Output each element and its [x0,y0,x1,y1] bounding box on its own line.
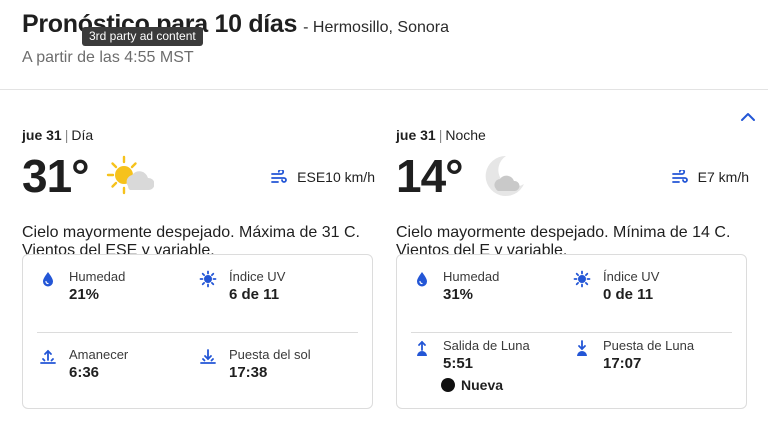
separator: | [64,127,69,143]
uv-value: 0 de 11 [603,286,654,303]
uv-sun-icon [573,270,591,288]
sunrise-label: Amanecer [69,347,129,362]
moon-phase: Nueva [441,377,503,393]
night-period: Noche [445,127,486,143]
header-divider [0,89,768,90]
sunrise-icon [40,349,56,364]
night-moonrise: Salida de Luna 5:51 [413,333,530,374]
wind-icon [271,170,288,183]
day-wind: ESE10 km/h [271,169,375,185]
day-humidity: Humedad 21% [39,269,125,305]
uv-value: 6 de 11 [229,286,280,303]
day-sunrise: Amanecer 6:36 [39,347,128,383]
night-forecast-panel: jue 31 | Noche 14° E7 km/h Cielo mayorment… [396,127,749,409]
night-period-label: jue 31 | Noche [396,127,749,143]
night-wind-value: E7 km/h [697,169,749,185]
sunset-icon [200,349,216,364]
wind-icon [671,170,688,183]
night-moonset: Puesta de Luna 17:07 [573,333,694,374]
uv-sun-icon [199,270,217,288]
location-name: - Hermosillo, Sonora [303,19,449,36]
humidity-drop-icon [43,272,53,287]
cloudy-moon-icon [485,155,524,196]
moonset-label: Puesta de Luna [603,338,695,353]
night-date: jue 31 [396,127,436,143]
moonset-icon [577,340,587,356]
moonrise-value: 5:51 [443,355,474,372]
moonset-value: 17:07 [603,355,642,372]
day-period: Día [71,127,94,143]
humidity-label: Humedad [443,269,500,284]
partly-sunny-icon [106,155,154,195]
day-sunset: Puesta del sol 17:38 [199,347,311,383]
humidity-drop-icon [417,272,427,287]
night-humidity: Humedad 31% [413,269,499,305]
moonrise-icon [417,340,427,356]
day-forecast-panel: jue 31 | Día 31° ESE10 km/h Cielo mayorm… [22,127,375,409]
night-wind: E7 km/h [671,169,749,185]
day-details-card: Humedad 21% Índice UV 6 de 11 Amanecer 6… [22,254,373,409]
night-details-card: Humedad 31% Índice UV 0 de 11 Salida de … [396,254,747,409]
humidity-value: 31% [443,286,474,303]
sunset-label: Puesta del sol [229,347,311,362]
collapse-button[interactable] [738,108,758,126]
sunrise-value: 6:36 [69,364,100,381]
new-moon-icon [441,378,455,392]
day-temperature: 31° [22,150,90,202]
updated-time: A partir de las 4:55 MST [22,49,194,66]
humidity-label: Humedad [69,269,126,284]
sunset-value: 17:38 [229,364,268,381]
humidity-value: 21% [69,286,100,303]
day-uv-index: Índice UV 6 de 11 [199,269,285,305]
day-date: jue 31 [22,127,62,143]
card-divider [37,332,358,333]
ad-tooltip: 3rd party ad content [82,27,203,46]
day-period-label: jue 31 | Día [22,127,375,143]
uv-label: Índice UV [603,269,660,284]
night-temperature: 14° [396,150,464,202]
moon-phase-label: Nueva [461,377,504,393]
moonrise-label: Salida de Luna [443,338,530,353]
separator: | [438,127,443,143]
chevron-up-icon [741,113,755,121]
uv-label: Índice UV [229,269,286,284]
night-uv-index: Índice UV 0 de 11 [573,269,659,305]
day-wind-value: ESE10 km/h [297,169,375,185]
